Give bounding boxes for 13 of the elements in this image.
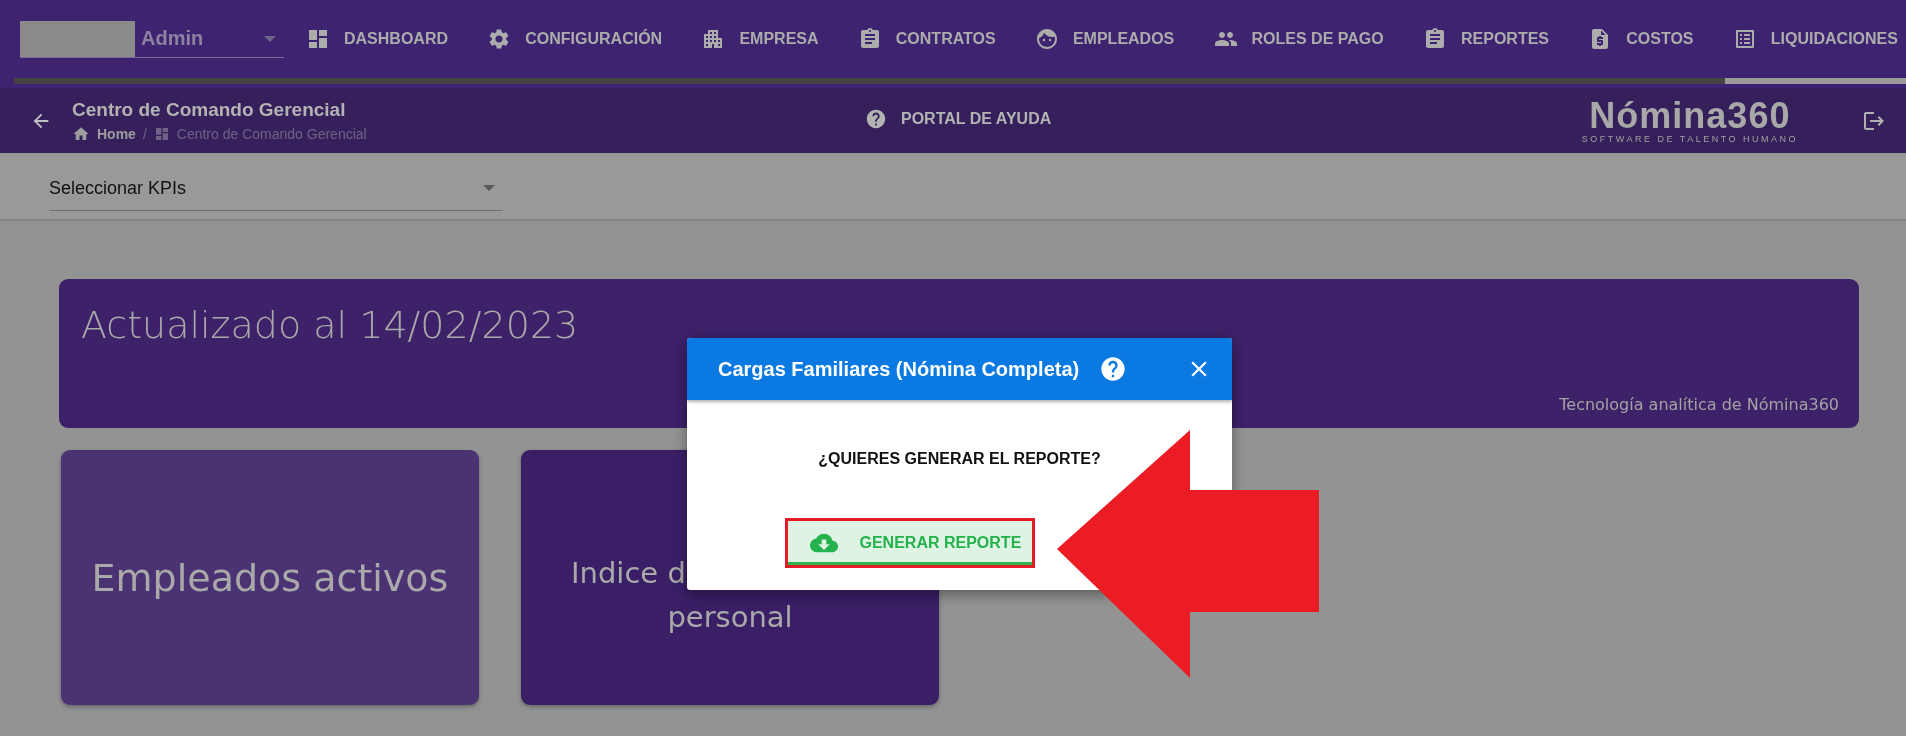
logo-tagline: SOFTWARE DE TALENTO HUMANO xyxy=(1581,133,1798,144)
dialog-title: Cargas Familiares (Nómina Completa) xyxy=(718,357,1080,381)
card-title: Indice d xyxy=(571,555,686,590)
user-name: Admin xyxy=(141,27,205,50)
banner-caption: Tecnología analítica de Nómina360 xyxy=(1559,395,1839,414)
page-title: Centro de Comando Gerencial xyxy=(72,98,347,121)
card-title: personal xyxy=(667,599,793,634)
dialog-question: ¿QUIERES GENERAR EL REPORTE? xyxy=(818,450,1101,468)
breadcrumb-separator: / xyxy=(142,125,147,142)
banner-title: Actualizado al 14/02/2023 xyxy=(81,303,580,347)
card-title: Empleados activos xyxy=(91,555,449,600)
logo-name: Nómina360 xyxy=(1589,97,1791,134)
breadcrumb-current: Centro de Comando Gerencial xyxy=(176,125,367,142)
